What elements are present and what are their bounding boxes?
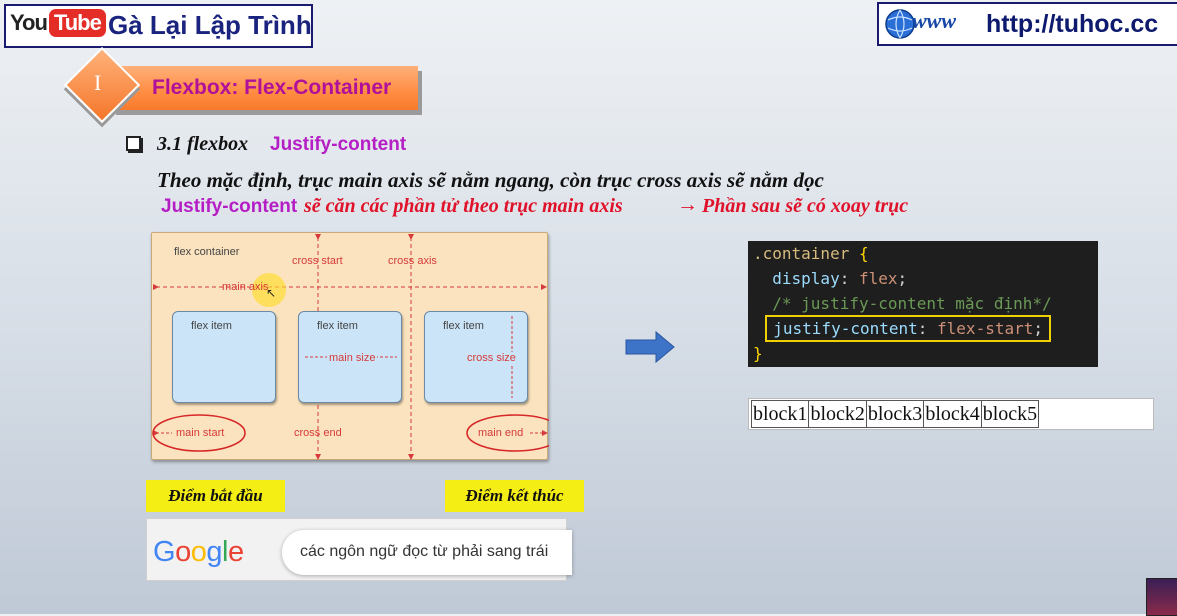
cross-end-label: cross end [294, 427, 342, 439]
youtube-logo: You Tube [10, 9, 106, 37]
cross-size-label: cross size [465, 352, 518, 364]
css-code-snippet: .container { display: flex; /* justify-c… [748, 241, 1098, 367]
main-end-label: main end [478, 427, 524, 439]
bullet-checkbox-icon [126, 136, 141, 151]
section-title: Flexbox: Flex-Container [152, 76, 392, 99]
flex-container-label: flex container [174, 246, 240, 258]
code-line-highlighted: justify-content: flex-start; [753, 315, 1098, 342]
google-logo: Google [153, 536, 244, 568]
start-point-label: Điểm bắt đầu [146, 480, 285, 512]
google-search-query: các ngôn ngữ đọc từ phải sang trái [300, 543, 549, 560]
channel-title: Gà Lại Lập Trình [108, 10, 312, 40]
description-line-2: sẽ căn các phần tử theo trục main axis [304, 195, 623, 217]
svg-text:www: www [912, 8, 956, 33]
code-line: /* justify-content mặc định*/ [772, 294, 1052, 313]
code-line: display: flex; [772, 269, 908, 288]
site-url[interactable]: http://tuhoc.cc [986, 10, 1158, 39]
output-block: block2 [809, 400, 867, 428]
flex-item: flex item [172, 311, 276, 403]
flex-container-diagram: flex container cross start cross axis ma… [151, 232, 549, 460]
code-line: } [753, 344, 763, 363]
flex-item: flex item main size [298, 311, 402, 403]
code-line: .container { [753, 244, 869, 263]
right-arrow-shape-icon [625, 330, 675, 364]
end-point-label: Điểm kết thúc [445, 480, 584, 512]
description-line-1: Theo mặc định, trục main axis sẽ nằm nga… [157, 168, 824, 192]
section-number: I [94, 70, 102, 95]
main-axis-label: main axis [222, 281, 269, 293]
subsection-number: 3.1 flexbox [157, 133, 249, 155]
flex-output-preview: block1 block2 block3 block4 block5 [748, 398, 1154, 430]
section-number-diamond [63, 46, 141, 124]
output-block: block4 [924, 400, 982, 428]
mouse-pointer-icon: ↖ [266, 286, 277, 300]
output-block: block5 [981, 400, 1040, 428]
output-block: block1 [751, 400, 810, 428]
cross-start-label: cross start [292, 255, 343, 267]
www-globe-icon: www [885, 8, 956, 39]
main-size-label: main size [327, 352, 378, 364]
output-block: block3 [866, 400, 925, 428]
main-start-label: main start [176, 427, 225, 439]
channel-avatar [1146, 578, 1177, 616]
subsection-property: Justify-content [270, 134, 407, 155]
flex-item: flex item cross size [424, 311, 528, 403]
description-line-2-note: Phần sau sẽ có xoay trục [702, 195, 909, 217]
cross-axis-label: cross axis [388, 255, 437, 267]
description-property: Justify-content [161, 196, 298, 217]
right-arrow-icon: → [677, 193, 698, 216]
